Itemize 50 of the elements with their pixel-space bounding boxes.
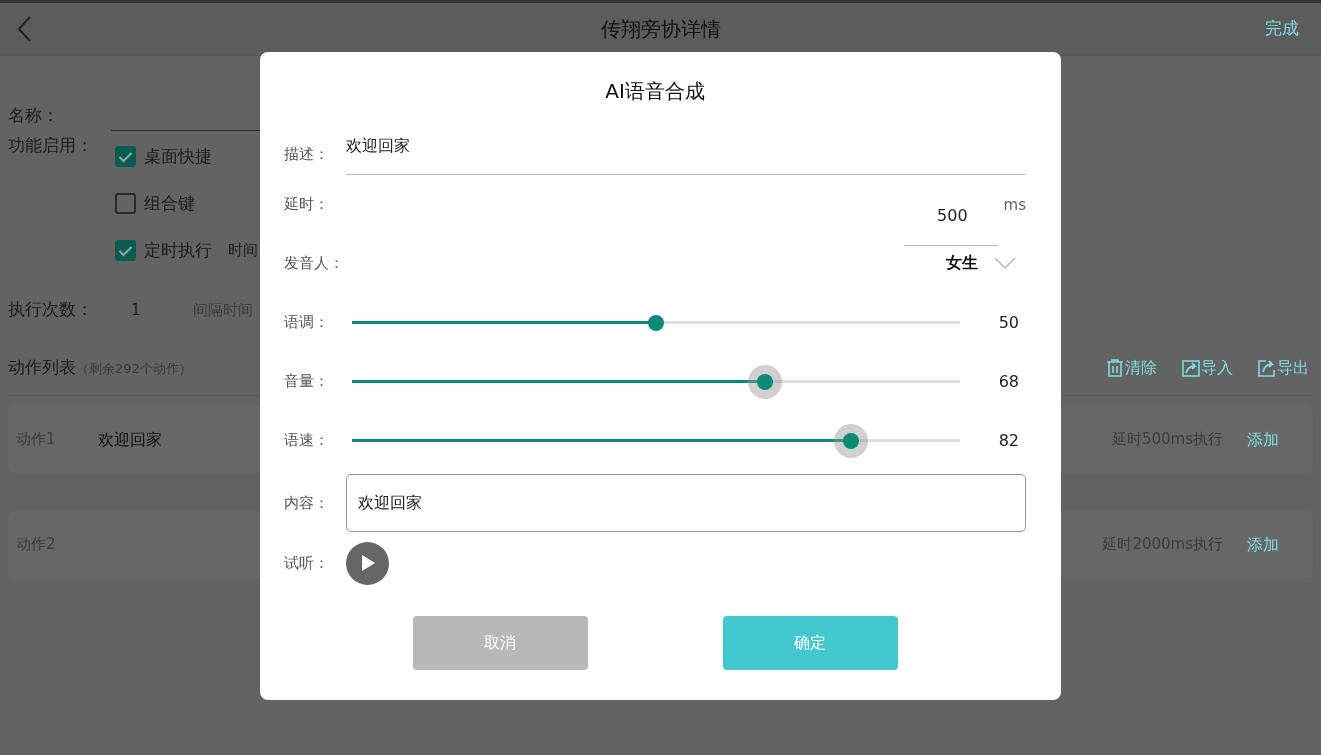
slider-thumb[interactable] bbox=[648, 314, 664, 331]
check-icon bbox=[118, 150, 133, 163]
checkbox-label: 桌面快捷 bbox=[144, 144, 212, 168]
toolbar-button[interactable]: 清除 bbox=[1105, 355, 1157, 380]
share-icon bbox=[1257, 357, 1277, 378]
content-field[interactable]: 欢迎回家 bbox=[346, 474, 1026, 532]
slider-value: 82 bbox=[997, 429, 1019, 452]
field-label: 名称： bbox=[8, 104, 59, 128]
slider-value: 50 bbox=[997, 311, 1019, 334]
action-name: 欢迎回家 bbox=[97, 428, 162, 451]
field-label: 内容： bbox=[284, 492, 330, 514]
slider-thumb[interactable] bbox=[757, 373, 774, 390]
field-label: 执行次数： bbox=[8, 298, 93, 322]
add-button[interactable]: 添加 bbox=[1247, 532, 1279, 557]
description-field[interactable]: 欢迎回家 bbox=[346, 133, 1026, 175]
field-label: 延时： bbox=[284, 193, 330, 215]
hint-text: 时间 bbox=[228, 240, 258, 262]
checkbox[interactable] bbox=[115, 240, 136, 261]
slider-thumb[interactable] bbox=[842, 432, 859, 449]
back-button[interactable] bbox=[16, 15, 32, 43]
field-label: 功能启用： bbox=[8, 134, 93, 157]
field-label: 发音人： bbox=[284, 252, 345, 274]
unit-label: ms bbox=[1003, 195, 1026, 217]
trash-icon bbox=[1105, 357, 1125, 378]
cancel-button[interactable]: 取消 bbox=[412, 616, 588, 670]
toolbar-button[interactable]: 导入 bbox=[1181, 355, 1233, 380]
slider-value: 68 bbox=[997, 370, 1019, 393]
checkbox-label: 组合键 bbox=[144, 191, 195, 215]
confirm-button[interactable]: 确定 bbox=[722, 616, 898, 670]
play-icon bbox=[359, 554, 376, 572]
field-label: 语速： bbox=[284, 430, 330, 452]
section-title: 动作列表 bbox=[8, 355, 76, 379]
dialog-title: AI语音合成 bbox=[604, 78, 706, 105]
speaker-dropdown[interactable]: 女生 bbox=[946, 251, 1016, 275]
play-button[interactable] bbox=[346, 541, 389, 585]
toolbar-button[interactable]: 导出 bbox=[1257, 355, 1309, 380]
delay-field[interactable]: 500 bbox=[903, 188, 998, 246]
checkbox[interactable] bbox=[115, 193, 136, 214]
checkbox-label: 定时执行 bbox=[144, 238, 212, 262]
page-title: 传翔旁协详情 bbox=[600, 16, 721, 43]
field-label: 描述： bbox=[284, 143, 330, 165]
checkbox[interactable] bbox=[115, 146, 136, 167]
field-label: 音量： bbox=[284, 371, 330, 393]
field-label: 试听： bbox=[284, 552, 330, 574]
add-button[interactable]: 添加 bbox=[1247, 427, 1279, 452]
chevron-down-icon bbox=[994, 257, 1016, 269]
done-button[interactable]: 完成 bbox=[1259, 15, 1305, 43]
check-icon bbox=[118, 244, 133, 257]
field-label: 语调： bbox=[284, 312, 330, 334]
count-value: 1 bbox=[131, 299, 141, 321]
